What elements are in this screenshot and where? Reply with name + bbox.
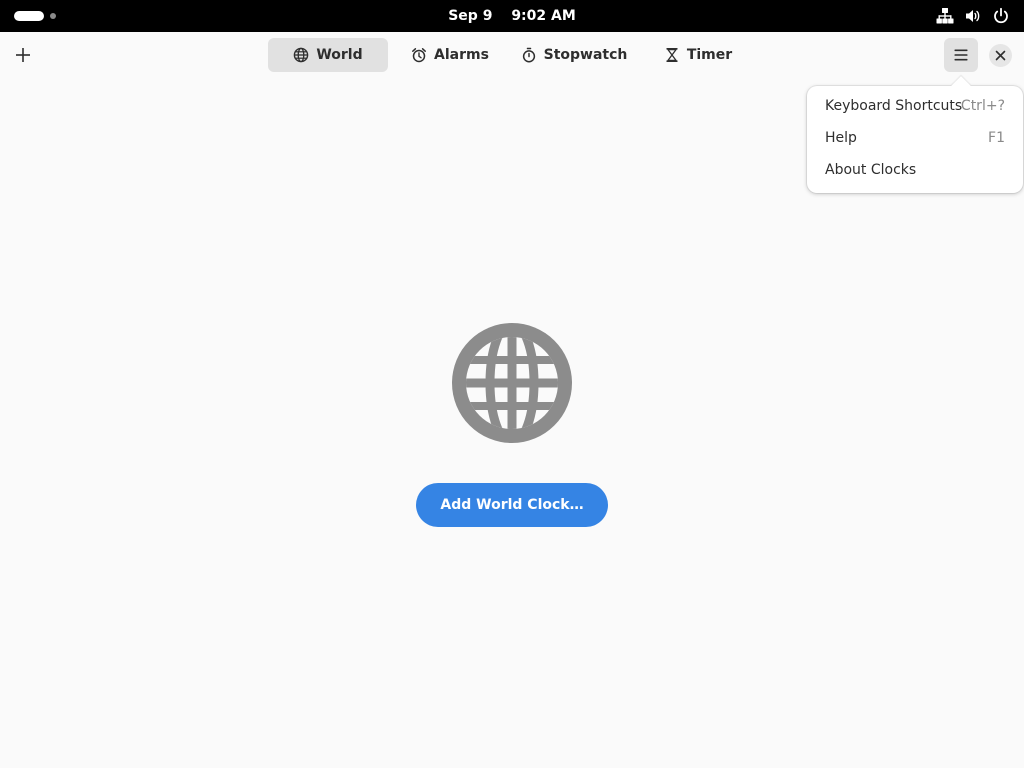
tab-timer-label: Timer bbox=[686, 47, 733, 63]
workspace-dot bbox=[50, 13, 56, 19]
hourglass-icon bbox=[666, 48, 678, 62]
menu-item-accelerator: F1 bbox=[988, 130, 1005, 146]
close-icon bbox=[995, 50, 1006, 61]
close-window-button[interactable] bbox=[989, 44, 1012, 67]
tab-alarms[interactable]: Alarms bbox=[388, 38, 512, 72]
world-globe-icon bbox=[452, 323, 572, 443]
menu-item-keyboard-shortcuts[interactable]: Keyboard Shortcuts Ctrl+? bbox=[813, 91, 1017, 121]
menu-item-accelerator: Ctrl+? bbox=[960, 98, 1005, 114]
menu-item-label: About Clocks bbox=[825, 162, 917, 178]
tab-world[interactable]: World bbox=[268, 38, 388, 72]
main-menu-button[interactable] bbox=[944, 38, 978, 72]
tab-timer[interactable]: Timer bbox=[636, 38, 760, 72]
tab-alarms-label: Alarms bbox=[434, 47, 489, 63]
date-label: Sep 9 bbox=[448, 8, 493, 24]
view-switcher: World Alarms Stopwatch Timer bbox=[268, 38, 760, 72]
add-world-clock-button[interactable]: Add World Clock… bbox=[416, 483, 608, 527]
tab-world-label: World bbox=[316, 47, 363, 63]
network-wired-icon[interactable] bbox=[936, 7, 954, 25]
date-time[interactable]: Sep 9 9:02 AM bbox=[0, 0, 1024, 32]
system-tray[interactable] bbox=[936, 7, 1010, 25]
activities-indicator[interactable] bbox=[14, 11, 62, 21]
alarm-icon bbox=[412, 48, 426, 63]
stopwatch-icon bbox=[522, 47, 535, 63]
menu-item-label: Help bbox=[825, 130, 857, 146]
power-icon[interactable] bbox=[992, 7, 1010, 25]
menu-item-about-clocks[interactable]: About Clocks bbox=[813, 155, 1017, 185]
tab-stopwatch[interactable]: Stopwatch bbox=[512, 38, 636, 72]
globe-icon bbox=[294, 47, 309, 63]
menu-item-help[interactable]: Help F1 bbox=[813, 123, 1017, 153]
tab-stopwatch-label: Stopwatch bbox=[543, 47, 628, 63]
time-label: 9:02 AM bbox=[511, 8, 576, 24]
plus-icon bbox=[16, 48, 30, 62]
hamburger-menu-icon bbox=[954, 49, 968, 61]
main-menu-popover: Keyboard Shortcuts Ctrl+? Help F1 About … bbox=[807, 76, 1023, 193]
volume-icon[interactable] bbox=[964, 7, 982, 25]
header-bar: World Alarms Stopwatch Timer bbox=[0, 32, 1024, 78]
menu-item-label: Keyboard Shortcuts bbox=[825, 98, 963, 114]
workspace-active-pill bbox=[14, 11, 44, 21]
top-bar: Sep 9 9:02 AM bbox=[0, 0, 1024, 32]
add-button[interactable] bbox=[8, 38, 38, 72]
